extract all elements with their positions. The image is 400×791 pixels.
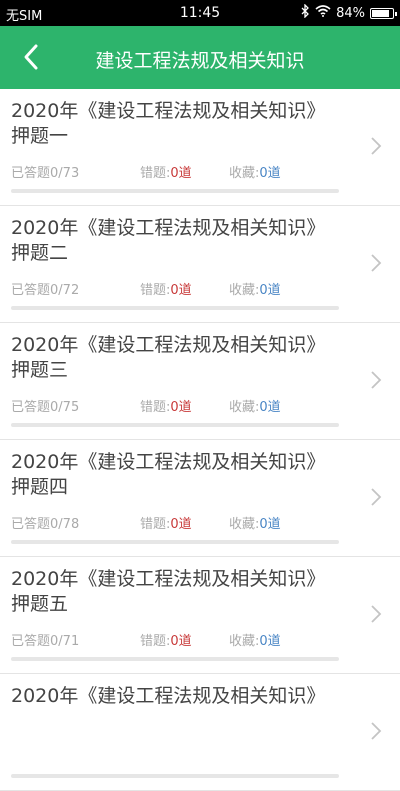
status-bar: 无SIM 11:45 84% bbox=[0, 0, 400, 26]
status-icons: 84% bbox=[301, 3, 397, 22]
item-title: 2020年《建设工程法规及相关知识》押题二 bbox=[11, 217, 326, 264]
nav-bar: 建设工程法规及相关知识 bbox=[0, 26, 400, 89]
chevron-right-icon bbox=[371, 605, 382, 623]
item-title: 2020年《建设工程法规及相关知识》押题四 bbox=[11, 451, 326, 498]
wrong-count: 错题:0道 bbox=[140, 513, 192, 532]
chevron-right-icon bbox=[371, 254, 382, 272]
wifi-icon bbox=[315, 5, 331, 21]
answered-value: 0/78 bbox=[50, 517, 80, 532]
wrong-label: 错题: bbox=[140, 166, 171, 181]
answered-value: 0/73 bbox=[50, 166, 80, 181]
wrong-label: 错题: bbox=[140, 283, 171, 298]
list-item[interactable]: 2020年《建设工程法规及相关知识》押题三 已答题0/75 错题:0道 收藏:0… bbox=[0, 323, 400, 440]
progress-bar bbox=[11, 774, 339, 778]
favorite-label: 收藏: bbox=[229, 166, 260, 181]
answered-value: 0/72 bbox=[50, 283, 80, 298]
wrong-value: 0道 bbox=[170, 634, 192, 649]
answered-label: 已答题 bbox=[11, 400, 51, 415]
answered-value: 0/75 bbox=[50, 400, 80, 415]
answered-label: 已答题 bbox=[11, 166, 51, 181]
answered-count: 已答题0/75 bbox=[11, 396, 79, 415]
battery-icon bbox=[370, 7, 397, 19]
wrong-count: 错题:0道 bbox=[140, 162, 192, 181]
progress-bar bbox=[11, 306, 339, 310]
progress-bar bbox=[11, 657, 339, 661]
favorite-value: 0道 bbox=[259, 166, 281, 181]
favorite-value: 0道 bbox=[259, 517, 281, 532]
list-item[interactable]: 2020年《建设工程法规及相关知识》押题二 已答题0/72 错题:0道 收藏:0… bbox=[0, 206, 400, 323]
answered-count: 已答题0/78 bbox=[11, 513, 79, 532]
favorite-count: 收藏:0道 bbox=[229, 513, 281, 532]
wrong-value: 0道 bbox=[170, 283, 192, 298]
wrong-label: 错题: bbox=[140, 634, 171, 649]
favorite-label: 收藏: bbox=[229, 517, 260, 532]
favorite-count: 收藏:0道 bbox=[229, 396, 281, 415]
item-title: 2020年《建设工程法规及相关知识》 bbox=[11, 685, 326, 707]
progress-bar bbox=[11, 540, 339, 544]
wrong-value: 0道 bbox=[170, 166, 192, 181]
favorite-label: 收藏: bbox=[229, 400, 260, 415]
chevron-right-icon bbox=[371, 722, 382, 740]
favorite-count: 收藏:0道 bbox=[229, 630, 281, 649]
answered-label: 已答题 bbox=[11, 634, 51, 649]
chevron-right-icon bbox=[371, 488, 382, 506]
exam-list: 2020年《建设工程法规及相关知识》押题一 已答题0/73 错题:0道 收藏:0… bbox=[0, 89, 400, 791]
favorite-count: 收藏:0道 bbox=[229, 162, 281, 181]
wrong-count: 错题:0道 bbox=[140, 396, 192, 415]
answered-label: 已答题 bbox=[11, 517, 51, 532]
bluetooth-icon bbox=[301, 3, 310, 22]
favorite-label: 收藏: bbox=[229, 634, 260, 649]
wrong-value: 0道 bbox=[170, 517, 192, 532]
wrong-count: 错题:0道 bbox=[140, 630, 192, 649]
answered-count: 已答题0/71 bbox=[11, 630, 79, 649]
list-item[interactable]: 2020年《建设工程法规及相关知识》押题五 已答题0/71 错题:0道 收藏:0… bbox=[0, 557, 400, 674]
wrong-count: 错题:0道 bbox=[140, 279, 192, 298]
favorite-label: 收藏: bbox=[229, 283, 260, 298]
progress-bar bbox=[11, 423, 339, 427]
answered-count: 已答题0/72 bbox=[11, 279, 79, 298]
list-item[interactable]: 2020年《建设工程法规及相关知识》 已答题 错题: 收藏: bbox=[0, 674, 400, 791]
chevron-right-icon bbox=[371, 137, 382, 155]
wrong-value: 0道 bbox=[170, 400, 192, 415]
wrong-label: 错题: bbox=[140, 400, 171, 415]
favorite-value: 0道 bbox=[259, 634, 281, 649]
wrong-label: 错题: bbox=[140, 517, 171, 532]
item-title: 2020年《建设工程法规及相关知识》押题一 bbox=[11, 100, 326, 147]
favorite-count: 收藏:0道 bbox=[229, 279, 281, 298]
item-title: 2020年《建设工程法规及相关知识》押题五 bbox=[11, 568, 326, 615]
list-item[interactable]: 2020年《建设工程法规及相关知识》押题四 已答题0/78 错题:0道 收藏:0… bbox=[0, 440, 400, 557]
favorite-value: 0道 bbox=[259, 283, 281, 298]
answered-count: 已答题0/73 bbox=[11, 162, 79, 181]
answered-label: 已答题 bbox=[11, 283, 51, 298]
list-item[interactable]: 2020年《建设工程法规及相关知识》押题一 已答题0/73 错题:0道 收藏:0… bbox=[0, 89, 400, 206]
answered-value: 0/71 bbox=[50, 634, 80, 649]
favorite-value: 0道 bbox=[259, 400, 281, 415]
item-title: 2020年《建设工程法规及相关知识》押题三 bbox=[11, 334, 326, 381]
progress-bar bbox=[11, 189, 339, 193]
battery-percent: 84% bbox=[336, 5, 365, 21]
chevron-right-icon bbox=[371, 371, 382, 389]
page-title: 建设工程法规及相关知识 bbox=[95, 50, 305, 72]
